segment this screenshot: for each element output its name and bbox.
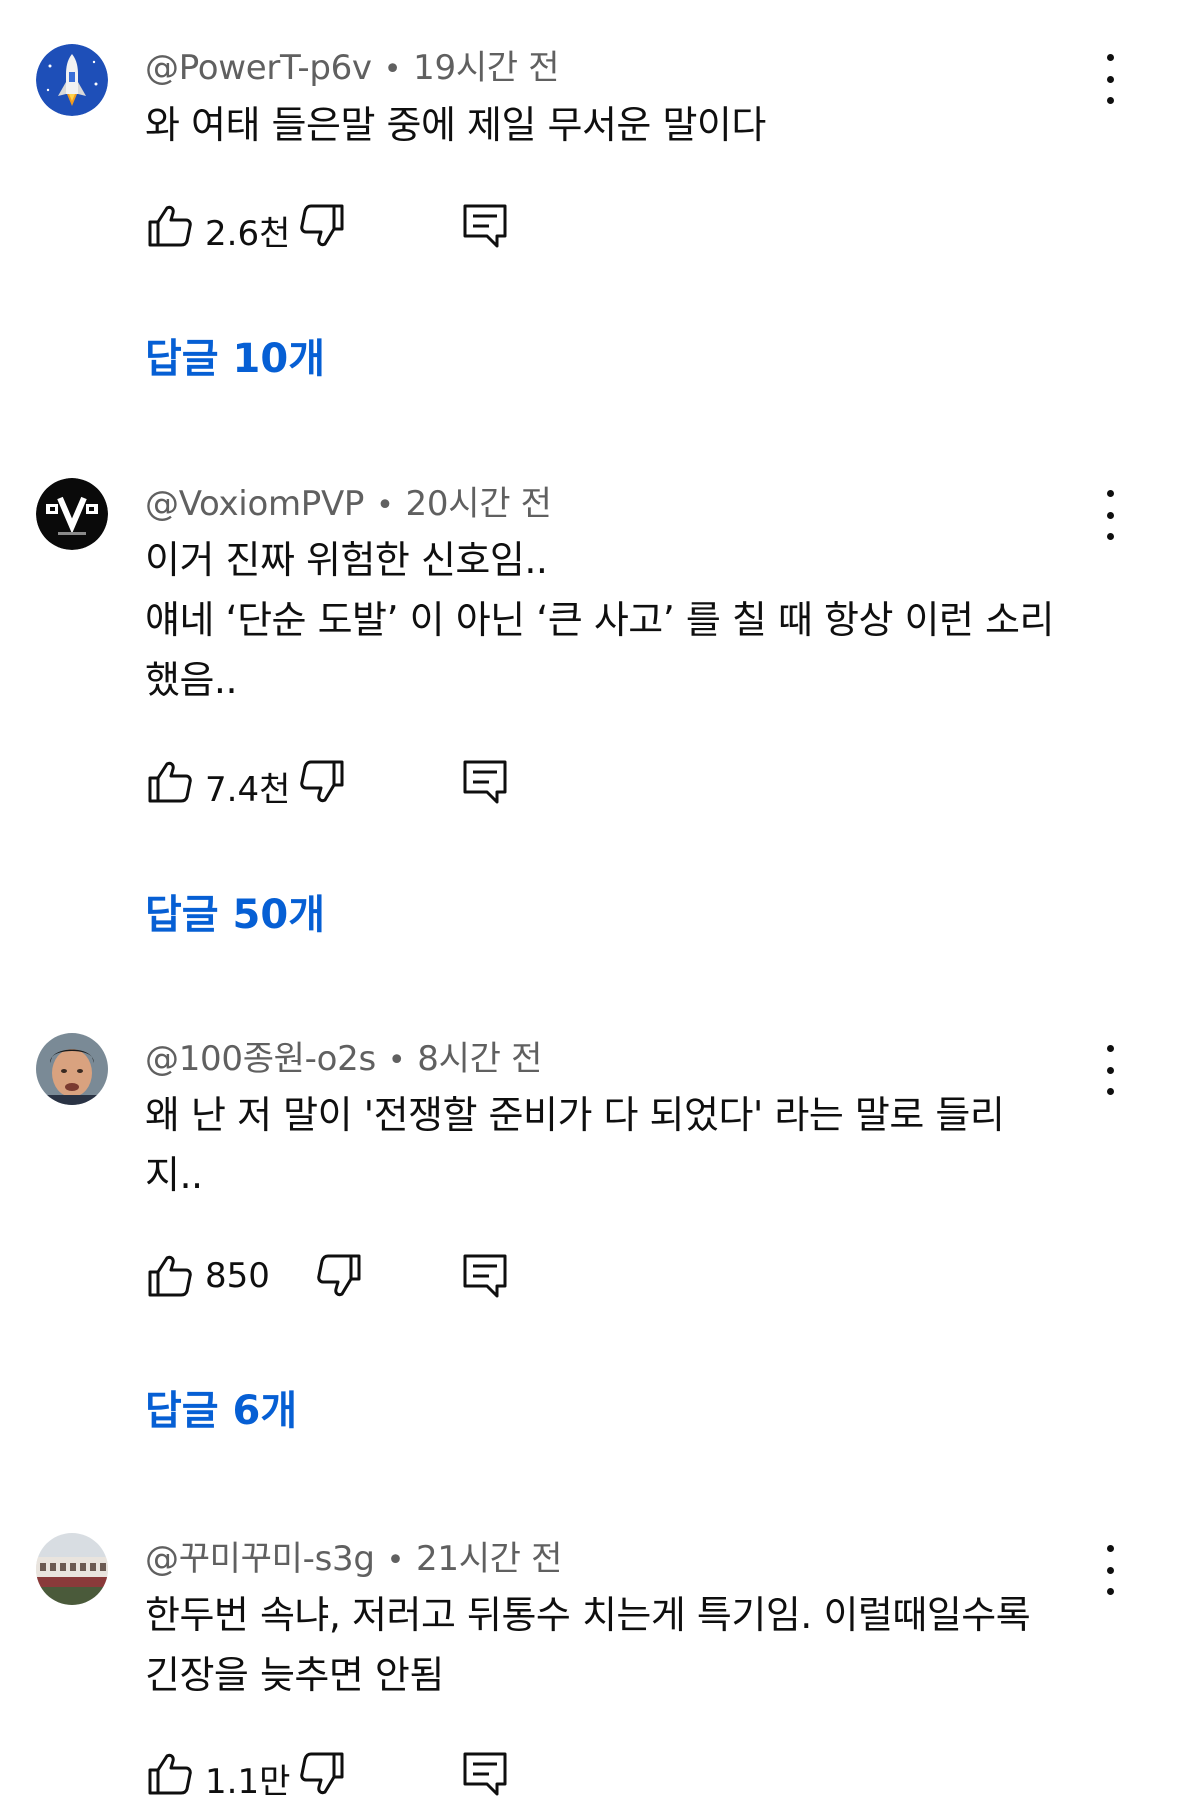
comment-text-line: 왜 난 저 말이 '전쟁할 준비가 다 되었다' 라는 말로 들리 — [145, 1093, 1005, 1137]
thumbs-up-icon — [148, 1255, 192, 1297]
separator-dot: • — [376, 488, 394, 523]
dislike-button[interactable] — [295, 200, 347, 252]
reply-icon — [463, 1254, 507, 1298]
author-handle[interactable]: @100종원-o2s — [145, 1039, 376, 1079]
timestamp[interactable]: 8시간 전 — [417, 1039, 542, 1079]
avatar[interactable] — [36, 44, 108, 116]
avatar[interactable] — [36, 1033, 108, 1105]
separator-dot: • — [387, 1043, 406, 1078]
reply-icon — [463, 1752, 507, 1796]
comment-text: 와 여태 들은말 중에 제일 무서운 말이다 — [145, 95, 1105, 155]
comment-text-line: 와 여태 들은말 중에 제일 무서운 말이다 — [145, 103, 766, 147]
comment-text-line: 한두번 속냐, 저러고 뒤통수 치는게 특기임. 이럴때일수록 — [145, 1593, 1031, 1637]
like-button[interactable] — [145, 200, 197, 252]
comment-text-line: 얘네 ‘단순 도발’ 이 아닌 ‘큰 사고’ 를 칠 때 항상 이런 소리 — [145, 598, 1054, 642]
thumbs-down-icon — [300, 760, 344, 803]
reply-button[interactable] — [459, 200, 511, 252]
like-button[interactable] — [145, 1250, 197, 1302]
like-count: 850 — [205, 1256, 270, 1296]
author-handle[interactable]: @VoxiomPVP — [145, 484, 364, 524]
dislike-button[interactable] — [295, 1748, 347, 1800]
reply-icon — [463, 760, 507, 804]
comment-text-line: 이거 진짜 위험한 신호임.. — [145, 538, 548, 582]
comment-meta: @PowerT-p6v • 19시간 전 — [145, 40, 560, 89]
comment-text: 이거 진짜 위험한 신호임.. 얘네 ‘단순 도발’ 이 아닌 ‘큰 사고’ 를… — [145, 530, 1105, 710]
thumbs-down-icon — [317, 1254, 361, 1297]
man-photo-icon — [36, 1033, 108, 1105]
timestamp[interactable]: 20시간 전 — [406, 484, 552, 524]
like-count: 1.1만 — [205, 1762, 291, 1802]
reply-button[interactable] — [459, 1748, 511, 1800]
comment-text: 왜 난 저 말이 '전쟁할 준비가 다 되었다' 라는 말로 들리 지.. — [145, 1085, 1105, 1205]
thumbs-up-icon — [148, 1753, 192, 1795]
space-shuttle-icon — [36, 44, 108, 116]
view-replies-button[interactable]: 답글 6개 — [145, 1378, 297, 1436]
separator-dot: • — [383, 52, 402, 87]
thumbs-down-icon — [300, 204, 344, 247]
like-button[interactable] — [145, 756, 197, 808]
reply-icon — [463, 204, 507, 248]
reply-button[interactable] — [459, 756, 511, 808]
reply-button[interactable] — [459, 1250, 511, 1302]
separator-dot: • — [386, 1543, 405, 1578]
comment-text-line: 지.. — [145, 1153, 203, 1197]
author-handle[interactable]: @PowerT-p6v — [145, 48, 372, 88]
comment-meta: @VoxiomPVP • 20시간 전 — [145, 476, 552, 525]
view-replies-button[interactable]: 답글 50개 — [145, 882, 325, 940]
dislike-button[interactable] — [295, 756, 347, 808]
voxiom-logo-icon — [36, 478, 108, 550]
like-count: 2.6천 — [205, 214, 291, 254]
comment-meta: @100종원-o2s • 8시간 전 — [145, 1031, 542, 1080]
timestamp[interactable]: 21시간 전 — [416, 1539, 562, 1579]
thumbs-up-icon — [148, 761, 192, 803]
comment-text: 한두번 속냐, 저러고 뒤통수 치는게 특기임. 이럴때일수록 긴장을 늦추면 … — [145, 1585, 1105, 1705]
thumbs-up-icon — [148, 205, 192, 247]
author-handle[interactable]: @꾸미꾸미-s3g — [145, 1539, 375, 1579]
avatar[interactable] — [36, 1533, 108, 1605]
like-count: 7.4천 — [205, 770, 291, 810]
view-replies-button[interactable]: 답글 10개 — [145, 326, 325, 384]
thumbs-down-icon — [300, 1752, 344, 1795]
building-photo-icon — [36, 1533, 108, 1605]
comment-meta: @꾸미꾸미-s3g • 21시간 전 — [145, 1531, 562, 1580]
like-button[interactable] — [145, 1748, 197, 1800]
comment-text-line: 했음.. — [145, 658, 238, 702]
comment-text-line: 긴장을 늦추면 안됨 — [145, 1653, 444, 1697]
dislike-button[interactable] — [312, 1250, 364, 1302]
avatar[interactable] — [36, 478, 108, 550]
timestamp[interactable]: 19시간 전 — [413, 48, 559, 88]
